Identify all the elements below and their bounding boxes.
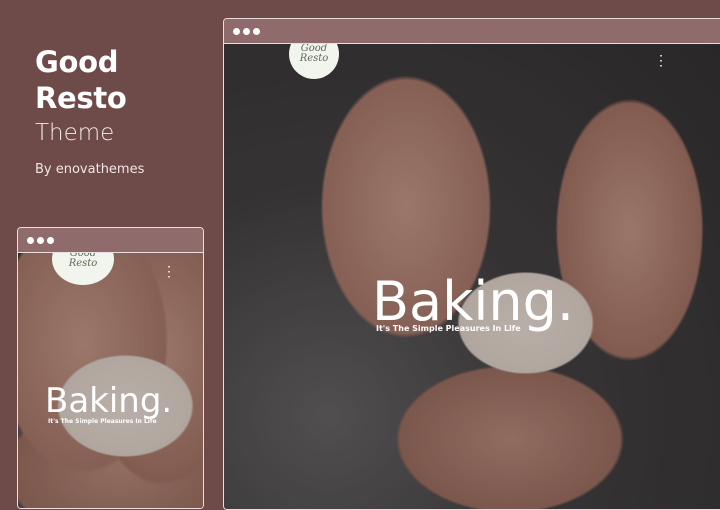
mobile-hero-image: Good Resto ⋮ Baking. It's The Simple Plea…	[18, 253, 203, 508]
mobile-hero-tagline: It's The Simple Pleasures In Life	[48, 418, 157, 425]
window-dot	[243, 28, 250, 35]
window-dot	[27, 237, 34, 244]
logo-text-line2: Resto	[68, 258, 98, 269]
mobile-preview-window: Good Resto ⋮ Baking. It's The Simple Plea…	[17, 227, 204, 509]
hero-image: GoodResto ⋮ ⚙ Baking. It's The Simple Pl…	[224, 44, 720, 509]
brand-author: By enovathemes	[35, 162, 145, 177]
window-titlebar	[18, 228, 203, 253]
kebab-menu-icon[interactable]: ⋮	[654, 52, 668, 69]
window-dot	[37, 237, 44, 244]
logo-text-line2: Resto	[299, 53, 329, 64]
desktop-preview-window: GoodResto ⋮ ⚙ Baking. It's The Simple Pl…	[223, 18, 720, 510]
window-dot	[47, 237, 54, 244]
brand-subtitle: Theme	[35, 120, 115, 146]
window-titlebar	[224, 19, 720, 44]
window-dot	[233, 28, 240, 35]
brand-title-line1: Good	[35, 45, 119, 79]
window-dots	[233, 28, 260, 35]
window-dots	[27, 237, 54, 244]
brand-block: Good Resto Theme By enovathemes	[35, 44, 144, 177]
hero-title: Baking.	[372, 270, 575, 333]
brand-title: Good Resto	[35, 44, 144, 116]
brand-title-line2: Resto	[35, 81, 127, 115]
kebab-menu-icon[interactable]: ⋮	[162, 263, 176, 280]
hero-tagline: It's The Simple Pleasures In Life	[376, 324, 521, 333]
mobile-hero-title: Baking.	[45, 381, 173, 421]
window-dot	[253, 28, 260, 35]
site-logo[interactable]: Good Resto	[289, 44, 339, 79]
mobile-site-logo[interactable]: Good Resto	[52, 253, 114, 285]
